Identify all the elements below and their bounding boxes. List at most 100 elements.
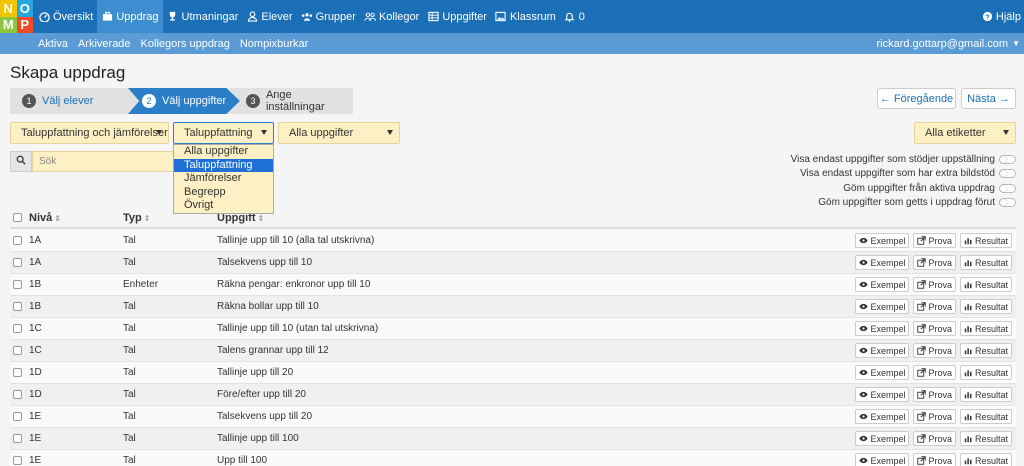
- button-label: Prova: [928, 301, 952, 312]
- row-checkbox[interactable]: [13, 236, 22, 245]
- help-link[interactable]: ? Hjälp: [982, 0, 1021, 33]
- resultat-button[interactable]: Resultat: [959, 255, 1012, 270]
- row-checkbox[interactable]: [13, 456, 22, 465]
- toggle-switch[interactable]: [999, 154, 1016, 164]
- resultat-button[interactable]: Resultat: [959, 431, 1012, 446]
- resultat-button[interactable]: Resultat: [959, 387, 1012, 402]
- resultat-button[interactable]: Resultat: [959, 321, 1012, 336]
- prova-button[interactable]: Prova: [913, 453, 956, 466]
- exempel-button[interactable]: Exempel: [855, 387, 910, 402]
- row-checkbox[interactable]: [13, 390, 22, 399]
- select-all-checkbox[interactable]: [13, 213, 22, 222]
- subnav-link-kollegors-uppdrag[interactable]: Kollegors uppdrag: [141, 38, 230, 50]
- row-checkbox[interactable]: [13, 280, 22, 289]
- toggle-switch[interactable]: [999, 198, 1016, 207]
- prova-button[interactable]: Prova: [913, 409, 956, 424]
- nav-item-notifications[interactable]: 0: [560, 0, 589, 33]
- prova-button[interactable]: Prova: [913, 431, 956, 446]
- search-button[interactable]: [10, 151, 32, 172]
- exempel-button[interactable]: Exempel: [855, 431, 910, 446]
- dropdown-option[interactable]: Övrigt: [174, 199, 273, 213]
- exempel-button[interactable]: Exempel: [855, 365, 910, 380]
- tasks-select[interactable]: Alla uppgifter: [278, 122, 400, 144]
- nav-item-uppgifter[interactable]: Uppgifter: [423, 0, 491, 33]
- nav-item-klassrum[interactable]: Klassrum: [491, 0, 560, 33]
- nav-item-grupper[interactable]: Grupper: [297, 0, 360, 33]
- labels-select[interactable]: Alla etiketter: [914, 122, 1016, 144]
- column-header-niva[interactable]: Nivå ⇕: [29, 212, 61, 224]
- button-label: Resultat: [974, 323, 1008, 334]
- exempel-button[interactable]: Exempel: [855, 321, 910, 336]
- bar-chart-icon: [964, 238, 972, 245]
- area-select[interactable]: Taluppfattning och jämförelser: [10, 122, 169, 144]
- cell-typ: Tal: [123, 345, 136, 356]
- table-row: 1A Tal Tallinje upp till 10 (alla tal ut…: [10, 230, 1016, 252]
- prova-button[interactable]: Prova: [913, 321, 956, 336]
- prova-button[interactable]: Prova: [913, 277, 956, 292]
- prova-button[interactable]: Prova: [913, 387, 956, 402]
- next-button[interactable]: Nästa →: [961, 88, 1016, 109]
- table-row: 1B Enheter Räkna pengar: enkronor upp ti…: [10, 274, 1016, 296]
- wizard-step-1[interactable]: 1 Välj elever: [10, 88, 140, 114]
- button-label: Exempel: [870, 389, 906, 400]
- toggle-switch[interactable]: [999, 169, 1016, 178]
- button-label: Resultat: [974, 455, 1008, 466]
- row-checkbox[interactable]: [13, 324, 22, 333]
- exempel-button[interactable]: Exempel: [855, 233, 910, 248]
- toggle-label: Göm uppgifter som getts i uppdrag förut: [818, 197, 995, 208]
- previous-button[interactable]: ← Föregående: [877, 88, 956, 109]
- prova-button[interactable]: Prova: [913, 343, 956, 358]
- wizard-step-3[interactable]: 3 Ange inställningar: [228, 88, 353, 114]
- user-menu[interactable]: rickard.gottarp@gmail.com ▼: [876, 33, 1020, 54]
- button-label: Exempel: [870, 235, 906, 246]
- exempel-button[interactable]: Exempel: [855, 453, 910, 466]
- dropdown-option[interactable]: Jämförelser: [174, 172, 273, 186]
- resultat-button[interactable]: Resultat: [959, 277, 1012, 292]
- resultat-button[interactable]: Resultat: [959, 343, 1012, 358]
- dropdown-option[interactable]: Alla uppgifter: [174, 145, 273, 159]
- subnav-link-arkiverade[interactable]: Arkiverade: [78, 38, 131, 50]
- resultat-button[interactable]: Resultat: [959, 409, 1012, 424]
- exempel-button[interactable]: Exempel: [855, 277, 910, 292]
- nav-item-uppdrag[interactable]: Uppdrag: [97, 0, 163, 33]
- resultat-button[interactable]: Resultat: [959, 453, 1012, 466]
- prova-button[interactable]: Prova: [913, 255, 956, 270]
- resultat-button[interactable]: Resultat: [959, 299, 1012, 314]
- cell-uppgift: Tallinje upp till 100: [217, 433, 299, 444]
- resultat-button[interactable]: Resultat: [959, 233, 1012, 248]
- subnav-link-aktiva[interactable]: Aktiva: [38, 38, 68, 50]
- dropdown-option-selected[interactable]: Taluppfattning: [174, 158, 273, 172]
- category-select[interactable]: Taluppfattning: [173, 122, 274, 144]
- button-label: Resultat: [974, 389, 1008, 400]
- row-checkbox[interactable]: [13, 412, 22, 421]
- row-checkbox[interactable]: [13, 302, 22, 311]
- logo-letter: M: [0, 16, 17, 33]
- nav-item-elever[interactable]: Elever: [242, 0, 296, 33]
- row-checkbox[interactable]: [13, 258, 22, 267]
- nav-item-utmaningar[interactable]: Utmaningar: [163, 0, 243, 33]
- cell-uppgift: Talsekvens upp till 10: [217, 257, 313, 268]
- column-header-typ[interactable]: Typ ⇕: [123, 212, 150, 224]
- nav-item-oversikt[interactable]: Översikt: [34, 0, 97, 33]
- nomp-logo[interactable]: N O M P: [0, 0, 33, 33]
- exempel-button[interactable]: Exempel: [855, 255, 910, 270]
- row-checkbox[interactable]: [13, 346, 22, 355]
- row-checkbox[interactable]: [13, 434, 22, 443]
- subnav-link-nompixburkar[interactable]: Nompixburkar: [240, 38, 308, 50]
- prova-button[interactable]: Prova: [913, 233, 956, 248]
- cell-niva: 1C: [29, 323, 42, 334]
- prova-button[interactable]: Prova: [913, 365, 956, 380]
- toggle-switch[interactable]: [999, 183, 1016, 193]
- row-checkbox[interactable]: [13, 368, 22, 377]
- search-input[interactable]: [32, 151, 175, 172]
- button-label: Resultat: [974, 279, 1008, 290]
- resultat-button[interactable]: Resultat: [959, 365, 1012, 380]
- category-dropdown-menu: Alla uppgifter Taluppfattning Jämförelse…: [173, 144, 274, 214]
- exempel-button[interactable]: Exempel: [855, 409, 910, 424]
- exempel-button[interactable]: Exempel: [855, 299, 910, 314]
- wizard-step-2[interactable]: 2 Välj uppgifter: [128, 88, 240, 114]
- dropdown-option[interactable]: Begrepp: [174, 186, 273, 200]
- exempel-button[interactable]: Exempel: [855, 343, 910, 358]
- nav-item-kollegor[interactable]: Kollegor: [360, 0, 423, 33]
- prova-button[interactable]: Prova: [913, 299, 956, 314]
